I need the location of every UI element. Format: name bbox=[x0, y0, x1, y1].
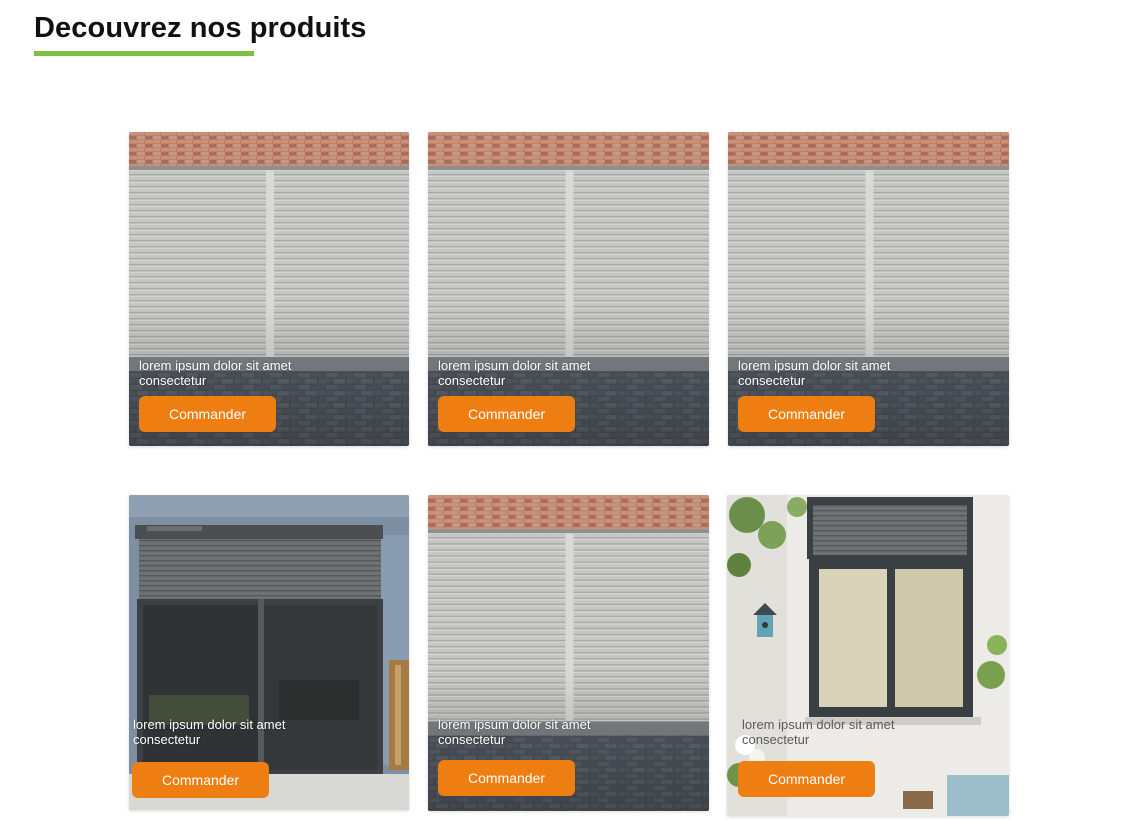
commander-button[interactable]: Commander bbox=[738, 396, 875, 432]
product-card: lorem ipsum dolor sit amet consectetur C… bbox=[728, 132, 1009, 446]
product-card: lorem ipsum dolor sit amet consectetur C… bbox=[129, 495, 409, 810]
product-caption: lorem ipsum dolor sit amet consectetur bbox=[738, 358, 938, 388]
section-title: Decouvrez nos produits bbox=[34, 12, 367, 44]
product-caption: lorem ipsum dolor sit amet consectetur bbox=[438, 717, 638, 747]
product-card: lorem ipsum dolor sit amet consectetur C… bbox=[428, 132, 709, 446]
product-caption: lorem ipsum dolor sit amet consectetur bbox=[742, 717, 942, 747]
caption-line-2: consectetur bbox=[133, 732, 201, 747]
commander-button[interactable]: Commander bbox=[738, 761, 875, 797]
caption-line-1: lorem ipsum dolor sit amet bbox=[139, 358, 292, 373]
caption-line-1: lorem ipsum dolor sit amet bbox=[133, 717, 286, 732]
caption-line-1: lorem ipsum dolor sit amet bbox=[738, 358, 891, 373]
caption-line-2: consectetur bbox=[742, 732, 810, 747]
caption-line-2: consectetur bbox=[438, 732, 506, 747]
product-card: lorem ipsum dolor sit amet consectetur C… bbox=[428, 495, 709, 811]
product-caption: lorem ipsum dolor sit amet consectetur bbox=[438, 358, 638, 388]
caption-line-2: consectetur bbox=[738, 373, 806, 388]
commander-button[interactable]: Commander bbox=[438, 760, 575, 796]
caption-line-2: consectetur bbox=[438, 373, 506, 388]
caption-line-1: lorem ipsum dolor sit amet bbox=[438, 717, 591, 732]
product-card: lorem ipsum dolor sit amet consectetur C… bbox=[727, 495, 1009, 816]
product-caption: lorem ipsum dolor sit amet consectetur bbox=[139, 358, 339, 388]
commander-button[interactable]: Commander bbox=[132, 762, 269, 798]
caption-line-1: lorem ipsum dolor sit amet bbox=[438, 358, 591, 373]
commander-button[interactable]: Commander bbox=[438, 396, 575, 432]
product-caption: lorem ipsum dolor sit amet consectetur bbox=[133, 717, 333, 747]
caption-line-2: consectetur bbox=[139, 373, 207, 388]
commander-button[interactable]: Commander bbox=[139, 396, 276, 432]
title-underline bbox=[34, 51, 254, 56]
caption-line-1: lorem ipsum dolor sit amet bbox=[742, 717, 895, 732]
product-card: lorem ipsum dolor sit amet consectetur C… bbox=[129, 132, 409, 446]
